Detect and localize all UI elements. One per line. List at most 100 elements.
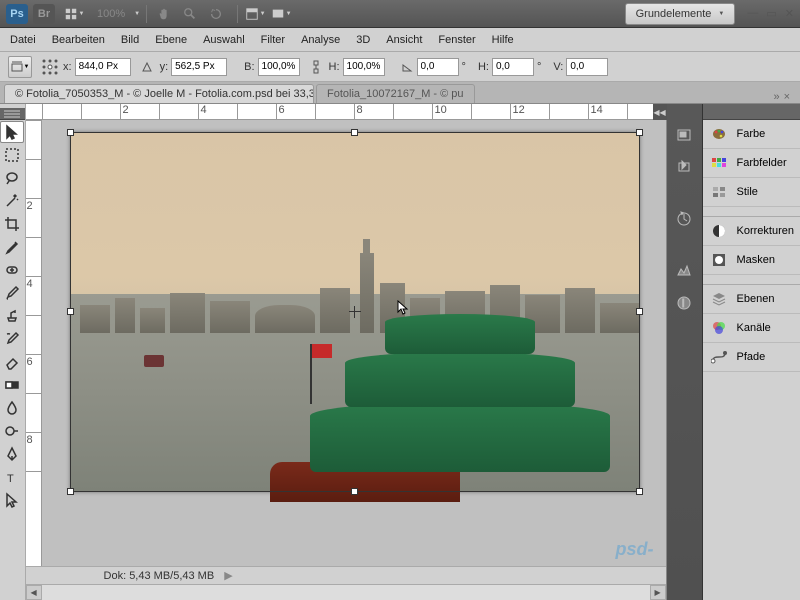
strip-histogram-icon[interactable] bbox=[671, 258, 697, 284]
svg-text:T: T bbox=[7, 473, 14, 485]
x-input[interactable] bbox=[75, 58, 131, 76]
menu-filter[interactable]: Filter bbox=[261, 34, 285, 46]
healing-brush-tool[interactable] bbox=[0, 259, 24, 281]
menu-ebene[interactable]: Ebene bbox=[155, 34, 187, 46]
eyedropper-tool[interactable] bbox=[0, 236, 24, 258]
h-label: H: bbox=[329, 61, 340, 73]
panel-masken[interactable]: Masken bbox=[703, 246, 800, 275]
strip-navigator-icon[interactable] bbox=[671, 122, 697, 148]
rotate-view-icon[interactable] bbox=[205, 4, 227, 24]
strip-info-icon[interactable]: i bbox=[671, 290, 697, 316]
strip-history-icon[interactable] bbox=[671, 154, 697, 180]
x-label: x: bbox=[63, 61, 72, 73]
layers-icon bbox=[709, 290, 729, 308]
clone-stamp-tool[interactable] bbox=[0, 305, 24, 327]
eraser-tool[interactable] bbox=[0, 351, 24, 373]
document-tab-active[interactable]: © Fotolia_7050353_M - © Joelle M - Fotol… bbox=[4, 84, 314, 103]
collapsed-panel-strip: i bbox=[667, 104, 703, 600]
b-label: B: bbox=[244, 61, 254, 73]
h2-label: H: bbox=[478, 61, 489, 73]
panel-korrekturen[interactable]: Korrekturen bbox=[703, 217, 800, 246]
menu-auswahl[interactable]: Auswahl bbox=[203, 34, 245, 46]
menu-analyse[interactable]: Analyse bbox=[301, 34, 340, 46]
magic-wand-tool[interactable] bbox=[0, 190, 24, 212]
transform-preset-icon[interactable]: ▼ bbox=[8, 56, 32, 78]
panel-farbe[interactable]: Farbe bbox=[703, 120, 800, 149]
screen-mode-dropdown[interactable]: ▼ bbox=[270, 4, 292, 24]
palette-grip-icon[interactable] bbox=[0, 108, 25, 120]
horizontal-ruler[interactable]: 2468101214 bbox=[26, 104, 666, 120]
brush-tool[interactable] bbox=[0, 282, 24, 304]
strip-navigator2-icon[interactable] bbox=[671, 206, 697, 232]
v-label: V: bbox=[553, 61, 563, 73]
channels-icon bbox=[709, 319, 729, 337]
panel-collapse-icon[interactable]: ◀◀ bbox=[653, 104, 667, 120]
skew-v-input[interactable] bbox=[566, 58, 608, 76]
panel-header-grip[interactable] bbox=[703, 104, 800, 120]
link-icon[interactable] bbox=[306, 57, 326, 77]
menu-3d[interactable]: 3D bbox=[356, 34, 370, 46]
workspace-switcher[interactable]: Grundelemente▼ bbox=[625, 3, 736, 25]
path-selection-tool[interactable] bbox=[0, 489, 24, 511]
tabs-nav-icon[interactable]: » bbox=[773, 91, 779, 103]
color-icon bbox=[709, 125, 729, 143]
photoshop-logo: Ps bbox=[6, 4, 28, 24]
gradient-tool[interactable] bbox=[0, 374, 24, 396]
menu-ansicht[interactable]: Ansicht bbox=[386, 34, 422, 46]
dodge-tool[interactable] bbox=[0, 420, 24, 442]
reference-point-icon[interactable] bbox=[40, 57, 60, 77]
width-input[interactable] bbox=[258, 58, 300, 76]
menu-hilfe[interactable]: Hilfe bbox=[492, 34, 514, 46]
history-brush-tool[interactable] bbox=[0, 328, 24, 350]
blur-tool[interactable] bbox=[0, 397, 24, 419]
svg-text:i: i bbox=[682, 298, 684, 310]
view-extras-dropdown[interactable]: ▼ bbox=[63, 4, 85, 24]
application-bar: Ps Br ▼ 100%▼ ▼ ▼ Grundelemente▼ — ▭ ✕ bbox=[0, 0, 800, 28]
angle-input[interactable] bbox=[417, 58, 459, 76]
zoom-tool-icon[interactable] bbox=[179, 4, 201, 24]
panel-pfade[interactable]: Pfade bbox=[703, 343, 800, 372]
panels-dock: ◀◀ i Farbe Farbfelder Stile Korrekturen … bbox=[666, 104, 800, 600]
menu-bild[interactable]: Bild bbox=[121, 34, 139, 46]
vertical-ruler[interactable]: 2468 bbox=[26, 120, 42, 566]
panel-stile[interactable]: Stile bbox=[703, 178, 800, 207]
canvas-area: 2468101214 2468 bbox=[26, 104, 666, 600]
pen-tool[interactable] bbox=[0, 443, 24, 465]
marquee-tool[interactable] bbox=[0, 144, 24, 166]
panel-ebenen[interactable]: Ebenen bbox=[703, 285, 800, 314]
panel-kanaele[interactable]: Kanäle bbox=[703, 314, 800, 343]
status-bar: Dok: 5,43 MB/5,43 MB ▶ bbox=[26, 566, 666, 584]
arrange-documents-dropdown[interactable]: ▼ bbox=[244, 4, 266, 24]
panel-farbfelder[interactable]: Farbfelder bbox=[703, 149, 800, 178]
adjustments-icon bbox=[709, 222, 729, 240]
menu-bearbeiten[interactable]: Bearbeiten bbox=[52, 34, 105, 46]
y-label: y: bbox=[160, 61, 169, 73]
y-input[interactable] bbox=[171, 58, 227, 76]
delta-icon[interactable] bbox=[137, 57, 157, 77]
watermark-text: psd- bbox=[616, 539, 654, 560]
maximize-icon[interactable]: ▭ bbox=[766, 7, 776, 20]
document-canvas[interactable]: psd- bbox=[42, 120, 666, 566]
zoom-percentage[interactable]: 100% bbox=[97, 8, 125, 20]
menu-datei[interactable]: Datei bbox=[10, 34, 36, 46]
height-input[interactable] bbox=[343, 58, 385, 76]
hand-tool-icon[interactable] bbox=[153, 4, 175, 24]
menu-bar: Datei Bearbeiten Bild Ebene Auswahl Filt… bbox=[0, 28, 800, 52]
menu-fenster[interactable]: Fenster bbox=[438, 34, 475, 46]
move-tool[interactable] bbox=[0, 121, 24, 143]
document-tab-inactive[interactable]: Fotolia_10072167_M - © pu bbox=[316, 84, 475, 103]
document-tabs: © Fotolia_7050353_M - © Joelle M - Fotol… bbox=[0, 82, 800, 104]
tools-palette: T bbox=[0, 104, 26, 600]
horizontal-scrollbar[interactable]: ◀▶ bbox=[26, 584, 666, 600]
tabs-close-icon[interactable]: × bbox=[784, 91, 790, 103]
lasso-tool[interactable] bbox=[0, 167, 24, 189]
bridge-logo[interactable]: Br bbox=[33, 4, 55, 24]
crop-tool[interactable] bbox=[0, 213, 24, 235]
skew-h-input[interactable] bbox=[492, 58, 534, 76]
close-icon[interactable]: ✕ bbox=[785, 7, 794, 20]
status-doc-size[interactable]: Dok: 5,43 MB/5,43 MB bbox=[104, 570, 215, 582]
type-tool[interactable]: T bbox=[0, 466, 24, 488]
mouse-cursor-icon bbox=[397, 300, 411, 316]
minimize-icon[interactable]: — bbox=[747, 7, 758, 20]
styles-icon bbox=[709, 183, 729, 201]
